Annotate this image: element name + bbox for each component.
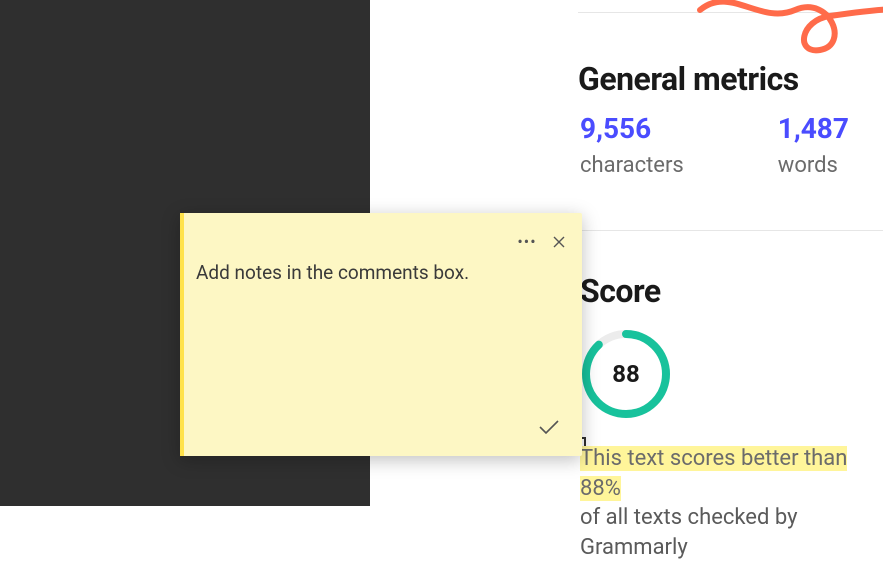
- score-ring: 88: [580, 328, 672, 420]
- more-icon[interactable]: •••: [518, 233, 536, 251]
- score-description-highlight: This text scores better than 88%: [580, 446, 847, 501]
- score-description: This text scores better than 88% of all …: [580, 444, 883, 563]
- metric-value: 9,556: [580, 112, 684, 145]
- metric-label: characters: [580, 153, 684, 178]
- sticky-note[interactable]: ••• Add notes in the comments box.: [180, 213, 582, 456]
- metrics-row: 9,556 characters 1,487 words 1 s: [580, 112, 883, 178]
- metric-label: words: [778, 153, 849, 178]
- note-controls: •••: [518, 233, 568, 251]
- score-value: 88: [612, 360, 640, 388]
- score-description-rest: of all texts checked by Grammarly: [580, 505, 798, 560]
- metric-characters: 9,556 characters: [580, 112, 684, 178]
- metric-words: 1,487 words: [778, 112, 849, 178]
- note-text-input[interactable]: Add notes in the comments box.: [196, 261, 566, 284]
- note-accent-bar: [180, 213, 184, 456]
- close-icon[interactable]: [550, 233, 568, 251]
- score-heading: Score: [580, 272, 661, 310]
- general-metrics-heading: General metrics: [578, 60, 799, 98]
- metric-value: 1,487: [778, 112, 849, 145]
- checkmark-icon[interactable]: [538, 416, 560, 438]
- divider: [578, 230, 883, 231]
